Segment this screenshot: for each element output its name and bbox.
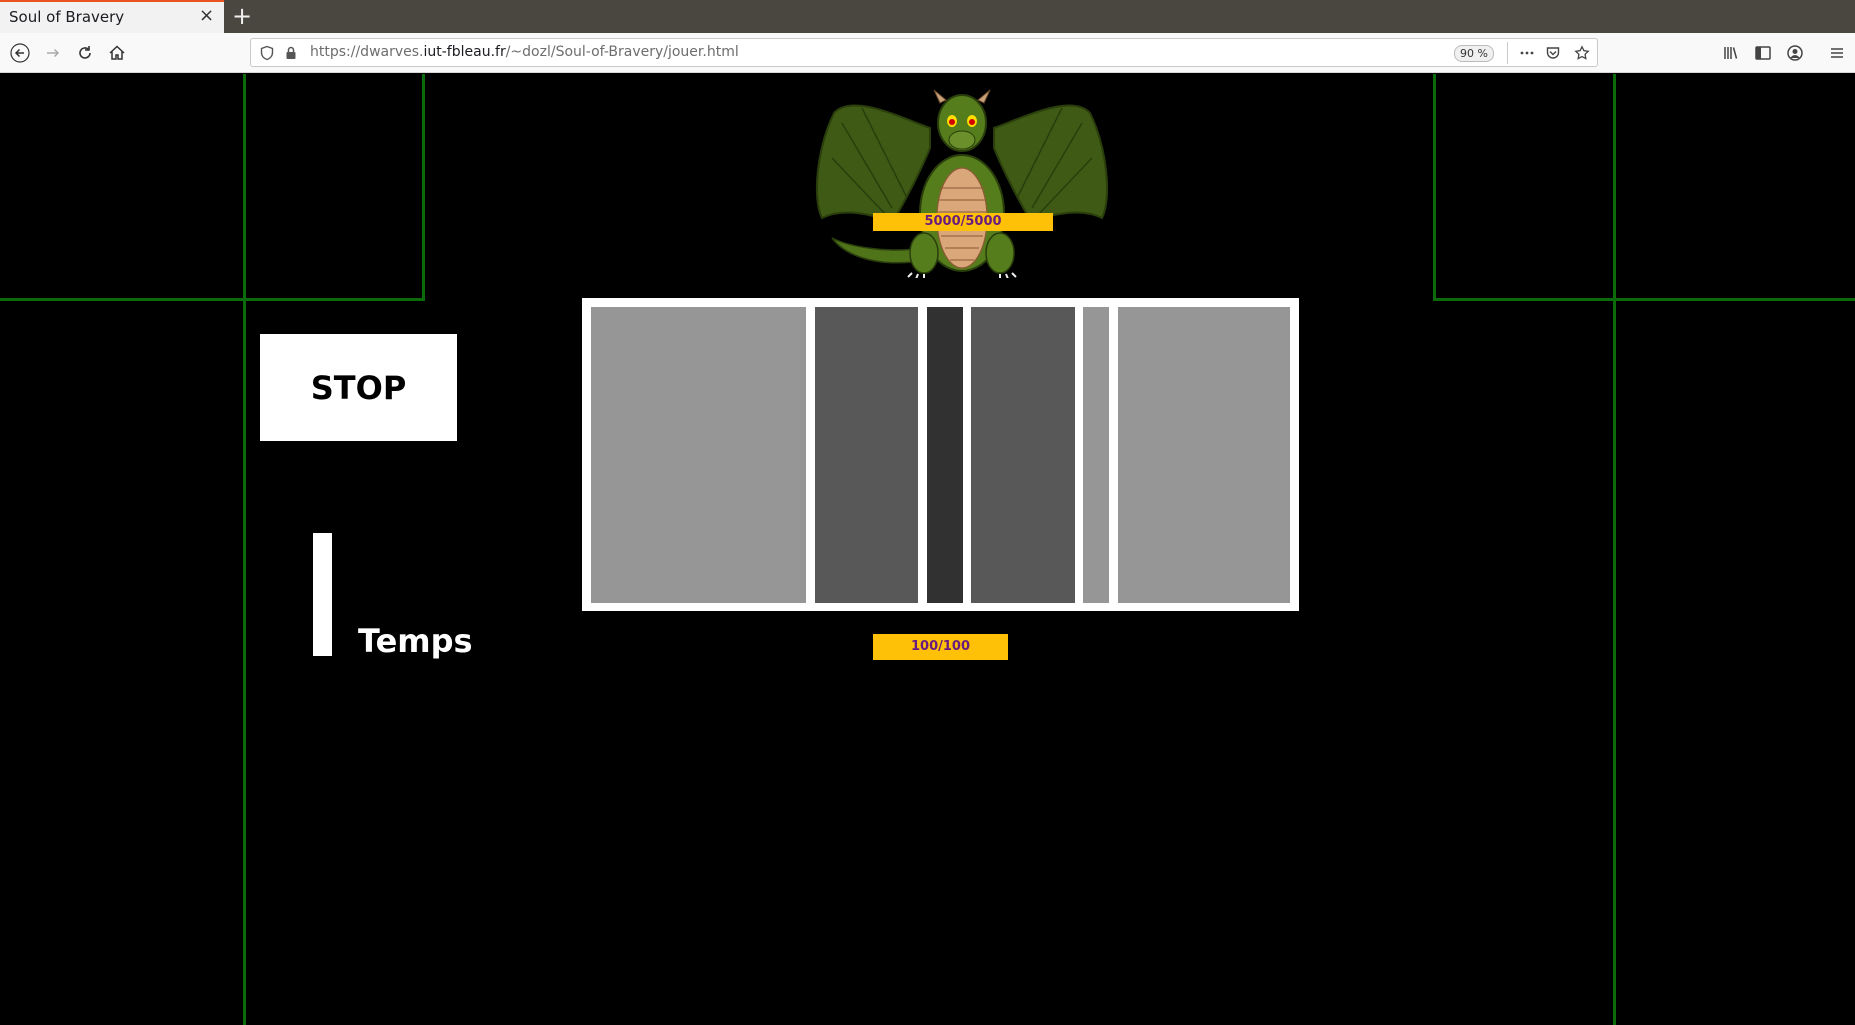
- target-column: [591, 307, 806, 603]
- grid-line: [422, 74, 425, 301]
- back-button[interactable]: [5, 38, 35, 68]
- timer-label: Temps: [358, 622, 473, 660]
- more-icon: [1520, 51, 1534, 55]
- sidebar-icon: [1755, 46, 1771, 60]
- bookmark-button[interactable]: [1572, 43, 1592, 63]
- stop-button[interactable]: STOP: [260, 334, 457, 441]
- active-tab[interactable]: Soul of Bravery ×: [0, 0, 224, 33]
- player-health-bar: 100/100: [873, 634, 1008, 660]
- attack-target-panel[interactable]: [582, 298, 1299, 611]
- lock-icon: [286, 46, 296, 59]
- game-area: 5000/5000 STOP Temps 100/100: [0, 74, 1855, 1025]
- reload-icon: [79, 46, 91, 59]
- grid-line: [243, 74, 246, 1025]
- target-column: [1083, 307, 1109, 603]
- grid-line: [1433, 74, 1436, 301]
- account-icon: [1787, 45, 1803, 61]
- target-column: [815, 307, 918, 603]
- library-icon: [1724, 47, 1738, 59]
- site-info-button[interactable]: [281, 43, 301, 63]
- zoom-reset-button[interactable]: 90 %: [1454, 45, 1494, 62]
- shield-icon: [260, 45, 274, 61]
- dragon-boss-image: [815, 89, 1109, 278]
- target-column: [971, 307, 1075, 603]
- library-button[interactable]: [1716, 38, 1746, 68]
- bookmark-star-icon: [1574, 45, 1590, 60]
- url-path: /~dozl/Soul-of-Bravery/jouer.html: [505, 44, 739, 60]
- url-bar-divider: [1507, 42, 1508, 64]
- menu-button[interactable]: [1822, 38, 1852, 68]
- pocket-icon: [1546, 47, 1560, 59]
- sidebar-button[interactable]: [1748, 38, 1778, 68]
- grid-line: [0, 298, 425, 301]
- url-prefix: https://dwarves.: [310, 44, 424, 60]
- page-actions-button[interactable]: [1517, 43, 1537, 63]
- url-bar[interactable]: https://dwarves.iut-fbleau.fr/~dozl/Soul…: [250, 38, 1598, 67]
- tab-title: Soul of Bravery: [9, 8, 125, 26]
- target-column: [1118, 307, 1290, 603]
- tab-close-icon[interactable]: ×: [199, 6, 214, 26]
- url-host: iut-fbleau.fr: [423, 44, 506, 60]
- back-arrow-icon: [10, 43, 30, 63]
- home-icon: [109, 45, 125, 60]
- account-button[interactable]: [1780, 38, 1810, 68]
- menu-icon: [1831, 48, 1843, 58]
- forward-button[interactable]: [38, 38, 68, 68]
- reload-button[interactable]: [70, 38, 100, 68]
- boss-health-bar: 5000/5000: [873, 213, 1053, 231]
- grid-line: [1433, 298, 1855, 301]
- url-text: https://dwarves.iut-fbleau.fr/~dozl/Soul…: [310, 44, 739, 60]
- home-button[interactable]: [102, 38, 132, 68]
- tracking-protection-button[interactable]: [257, 43, 277, 63]
- pocket-button[interactable]: [1543, 43, 1563, 63]
- forward-arrow-icon: [47, 48, 60, 58]
- grid-line: [1613, 74, 1616, 1025]
- new-tab-button[interactable]: +: [231, 2, 253, 30]
- target-column: [927, 307, 963, 603]
- timer-bar: [313, 533, 332, 656]
- tab-strip: Soul of Bravery × +: [0, 0, 1855, 33]
- navigation-toolbar: https://dwarves.iut-fbleau.fr/~dozl/Soul…: [0, 33, 1855, 73]
